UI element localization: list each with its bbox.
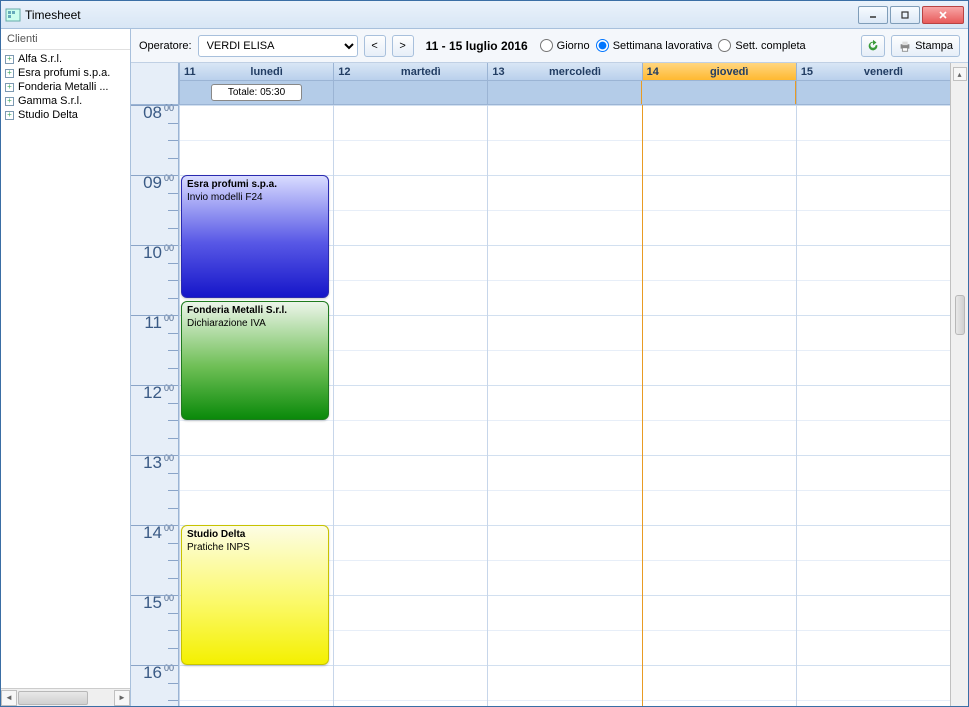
day-column[interactable]: Esra profumi s.p.a.Invio modelli F24Fond… <box>179 105 333 706</box>
calendar: 0800 0900 1000 1100 1200 1300 1400 1500 1600 11l… <box>131 63 968 706</box>
hour-label: 0900 <box>131 173 179 193</box>
main: Operatore: VERDI ELISA < > 11 - 15 lugli… <box>131 29 968 706</box>
print-button[interactable]: Stampa <box>891 35 960 57</box>
day-header[interactable]: 14giovedì <box>642 63 796 81</box>
close-button[interactable] <box>922 6 964 24</box>
refresh-icon <box>866 39 880 53</box>
window-title: Timesheet <box>25 8 858 22</box>
refresh-button[interactable] <box>861 35 885 57</box>
operator-select[interactable]: VERDI ELISA <box>198 35 358 57</box>
sidebar: Clienti +Alfa S.r.l. +Esra profumi s.p.a… <box>1 29 131 706</box>
calendar-event[interactable]: Studio DeltaPratiche INPS <box>181 525 329 665</box>
expand-icon[interactable]: + <box>5 55 14 64</box>
expand-icon[interactable]: + <box>5 97 14 106</box>
expand-icon[interactable]: + <box>5 69 14 78</box>
scroll-right-icon[interactable]: ► <box>114 690 130 706</box>
tree-item[interactable]: +Fonderia Metalli ... <box>1 80 130 94</box>
time-column: 0800 0900 1000 1100 1200 1300 1400 1500 1600 <box>131 63 179 706</box>
tree-item[interactable]: +Esra profumi s.p.a. <box>1 66 130 80</box>
tree-item[interactable]: +Alfa S.r.l. <box>1 52 130 66</box>
tree-item[interactable]: +Studio Delta <box>1 108 130 122</box>
hour-label: 0800 <box>131 103 179 123</box>
expand-icon[interactable]: + <box>5 111 14 120</box>
day-column[interactable] <box>487 105 641 706</box>
printer-icon <box>898 39 912 53</box>
hour-label: 1600 <box>131 663 179 683</box>
day-header[interactable]: 12martedì <box>333 63 487 81</box>
minimize-button[interactable] <box>858 6 888 24</box>
scroll-left-icon[interactable]: ◄ <box>1 690 17 706</box>
scroll-thumb[interactable] <box>955 295 965 335</box>
sidebar-scrollbar[interactable]: ◄ ► <box>1 688 130 706</box>
day-column[interactable] <box>333 105 487 706</box>
calendar-grid: Esra profumi s.p.a.Invio modelli F24Fond… <box>179 105 950 706</box>
calendar-event[interactable]: Fonderia Metalli S.r.l.Dichiarazione IVA <box>181 301 329 420</box>
client-tree: +Alfa S.r.l. +Esra profumi s.p.a. +Fonde… <box>1 50 130 688</box>
totals-row: Totale: 05:30 <box>179 81 950 105</box>
vertical-scrollbar[interactable]: ▴ <box>950 63 968 706</box>
day-headers: 11lunedì12martedì13mercoledì14giovedì15v… <box>179 63 950 81</box>
hour-label: 1000 <box>131 243 179 263</box>
next-button[interactable]: > <box>392 35 414 57</box>
app-window: Timesheet Clienti +Alfa S.r.l. +Esra pro… <box>0 0 969 707</box>
total-cell <box>796 81 950 104</box>
total-cell: Totale: 05:30 <box>179 81 333 104</box>
view-workweek-radio[interactable]: Settimana lavorativa <box>596 39 713 52</box>
hour-label: 1300 <box>131 453 179 473</box>
total-cell <box>641 81 796 104</box>
tree-item[interactable]: +Gamma S.r.l. <box>1 94 130 108</box>
view-fullweek-radio[interactable]: Sett. completa <box>718 39 805 52</box>
operator-label: Operatore: <box>139 40 192 52</box>
total-chip: Totale: 05:30 <box>211 84 302 101</box>
day-header[interactable]: 11lunedì <box>179 63 333 81</box>
prev-button[interactable]: < <box>364 35 386 57</box>
scroll-thumb[interactable] <box>18 691 88 705</box>
hour-label: 1400 <box>131 523 179 543</box>
day-column[interactable] <box>796 105 950 706</box>
total-cell <box>333 81 487 104</box>
sidebar-header: Clienti <box>1 29 130 50</box>
hour-label: 1500 <box>131 593 179 613</box>
scroll-track[interactable] <box>18 690 113 706</box>
hour-label: 1100 <box>131 313 179 333</box>
hour-label: 1200 <box>131 383 179 403</box>
maximize-button[interactable] <box>890 6 920 24</box>
app-icon <box>5 7 21 23</box>
day-header[interactable]: 15venerdì <box>796 63 950 81</box>
day-header[interactable]: 13mercoledì <box>487 63 641 81</box>
body: Clienti +Alfa S.r.l. +Esra profumi s.p.a… <box>1 29 968 706</box>
day-column[interactable] <box>642 105 797 706</box>
expand-icon[interactable]: + <box>5 83 14 92</box>
view-day-radio[interactable]: Giorno <box>540 39 590 52</box>
period-label: 11 - 15 luglio 2016 <box>426 39 528 53</box>
titlebar: Timesheet <box>1 1 968 29</box>
toolbar: Operatore: VERDI ELISA < > 11 - 15 lugli… <box>131 29 968 63</box>
total-cell <box>487 81 641 104</box>
calendar-event[interactable]: Esra profumi s.p.a.Invio modelli F24 <box>181 175 329 298</box>
scroll-up-icon[interactable]: ▴ <box>953 67 967 81</box>
window-controls <box>858 6 964 24</box>
